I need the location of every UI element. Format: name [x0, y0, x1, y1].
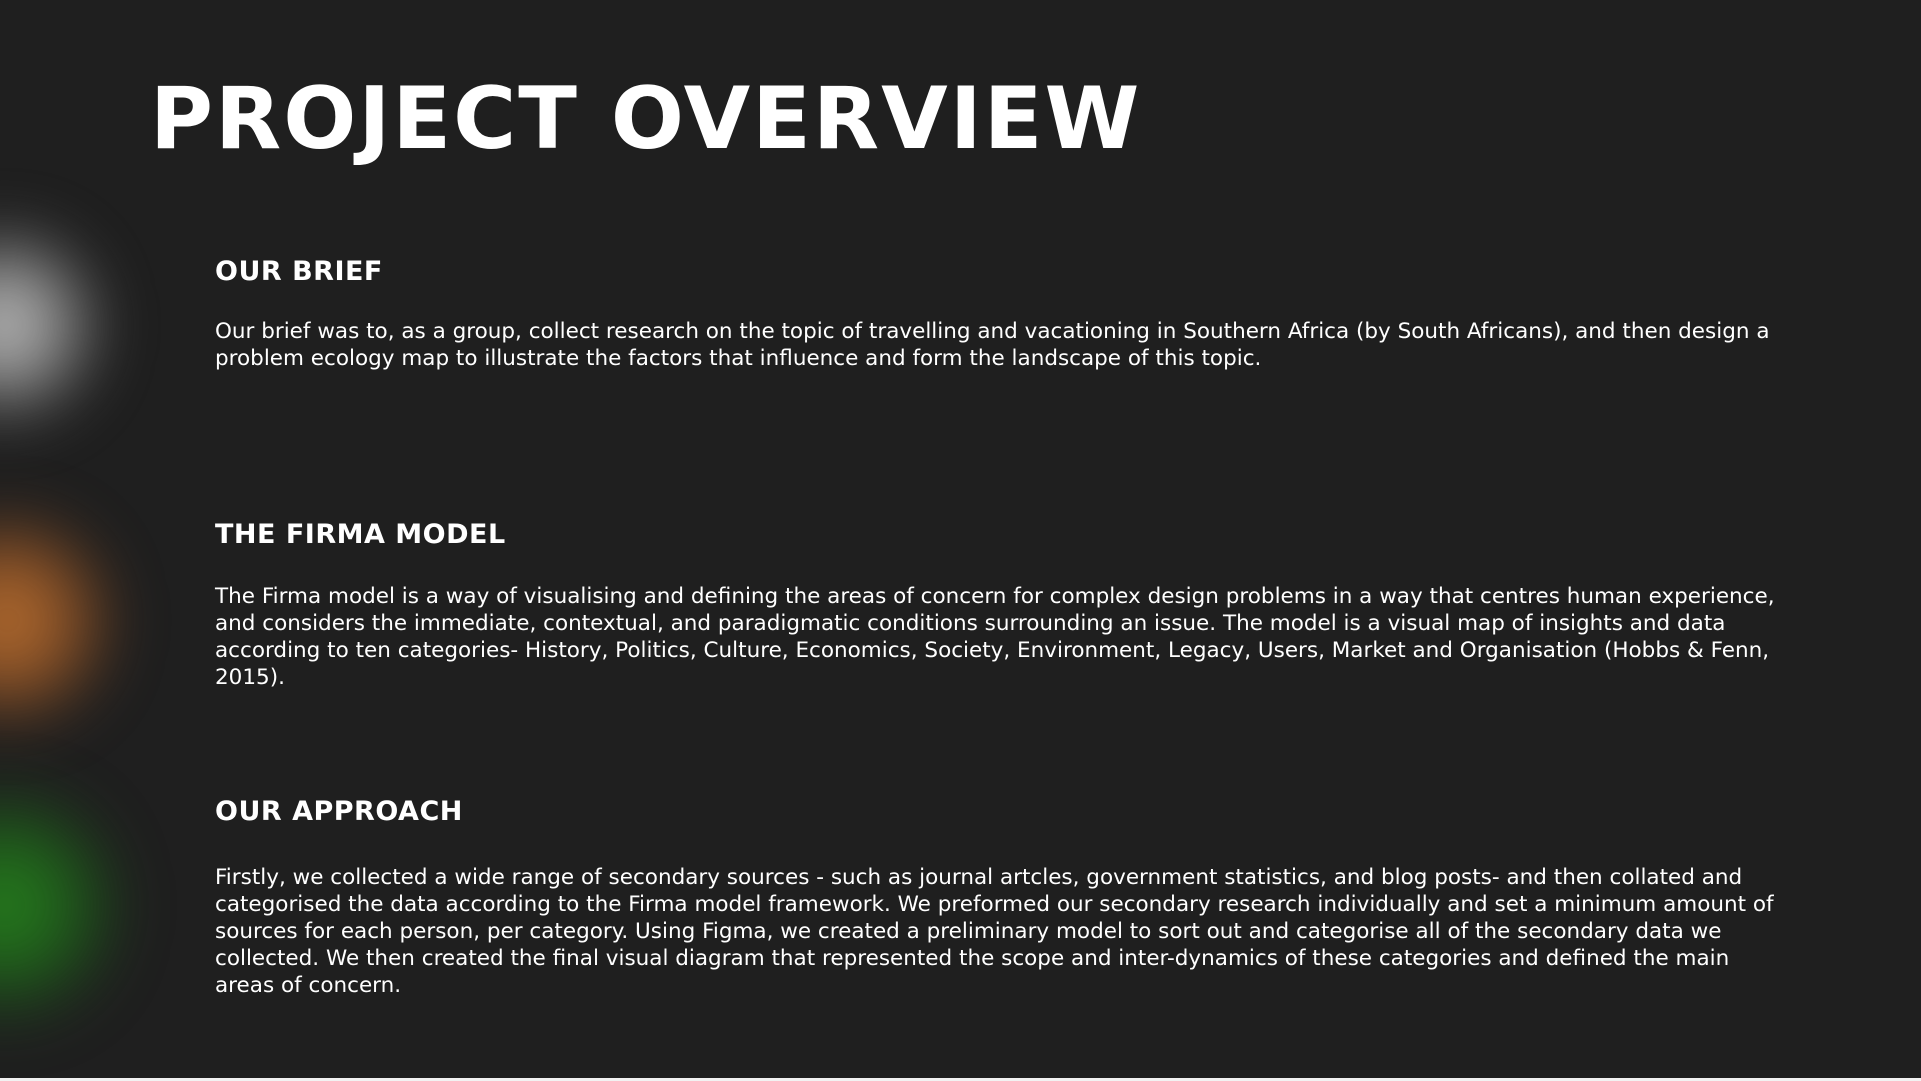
section-heading: OUR BRIEF [215, 256, 383, 287]
slide: PROJECT OVERVIEW OUR BRIEF Our brief was… [0, 0, 1921, 1081]
section-body: Firstly, we collected a wide range of se… [215, 865, 1774, 998]
section-our-brief: OUR BRIEF Our brief was to, as a group, … [215, 258, 1775, 372]
section-body: The Firma model is a way of visualising … [215, 584, 1775, 690]
decorative-orange-glow [0, 500, 115, 740]
section-our-approach: OUR APPROACH Firstly, we collected a wid… [215, 798, 1775, 999]
section-heading: OUR APPROACH [215, 796, 463, 827]
section-heading: THE FIRMA MODEL [215, 519, 506, 550]
page-title: PROJECT OVERVIEW [150, 69, 1142, 169]
section-firma-model: THE FIRMA MODEL The Firma model is a way… [215, 521, 1775, 691]
decorative-white-glow [0, 215, 105, 435]
decorative-green-glow [0, 775, 120, 1035]
section-body: Our brief was to, as a group, collect re… [215, 319, 1770, 371]
